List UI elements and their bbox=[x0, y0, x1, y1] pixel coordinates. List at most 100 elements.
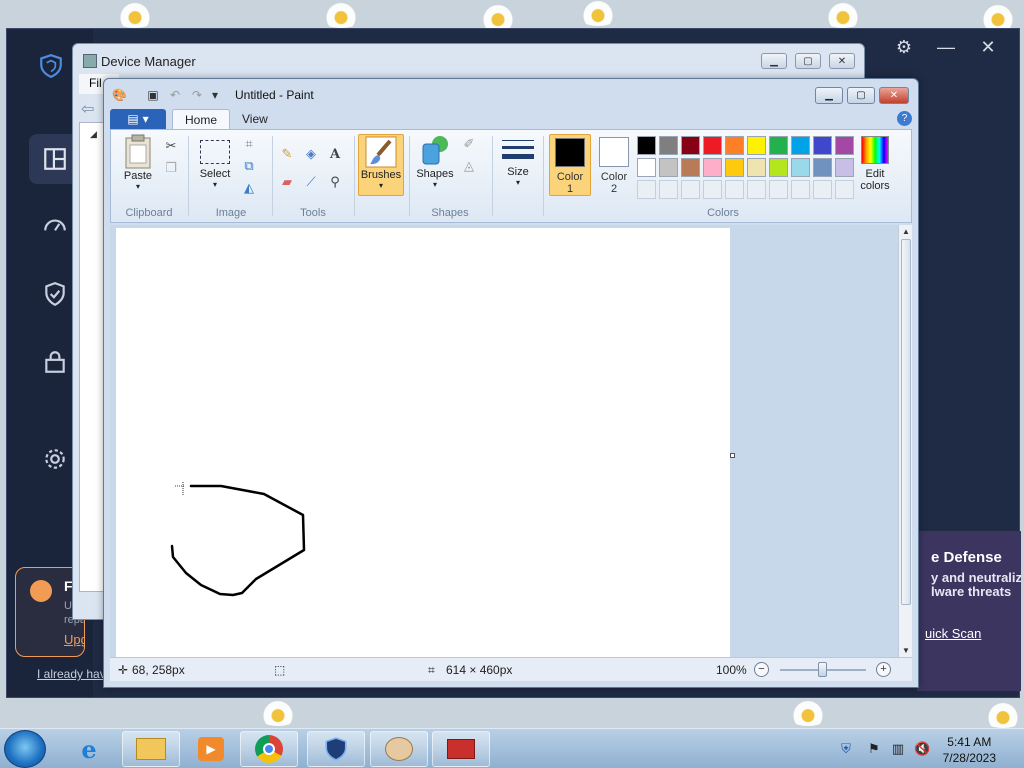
media-player-icon[interactable]: ▶ bbox=[182, 731, 240, 767]
save-icon[interactable]: ▣ bbox=[146, 88, 160, 102]
tab-home[interactable]: Home bbox=[172, 109, 231, 129]
pencil-icon[interactable]: ✎ bbox=[277, 144, 297, 164]
dm-maximize-button[interactable]: ▢ bbox=[795, 53, 821, 69]
custom-color-slot[interactable] bbox=[835, 180, 854, 199]
custom-color-slot[interactable] bbox=[769, 180, 788, 199]
palette-swatch[interactable] bbox=[681, 158, 700, 177]
cursor-position-icon: ✛ bbox=[118, 663, 129, 677]
paint-maximize-button[interactable]: ▢ bbox=[847, 87, 875, 104]
resize-icon[interactable]: ⧉ bbox=[239, 156, 259, 176]
palette-swatch[interactable] bbox=[747, 158, 766, 177]
fill-bucket-icon[interactable]: ◈ bbox=[301, 144, 321, 164]
color2-button[interactable]: Color 2 bbox=[593, 134, 635, 196]
custom-color-slot[interactable] bbox=[637, 180, 656, 199]
scroll-up-icon[interactable]: ▲ bbox=[902, 227, 910, 236]
palette-swatch[interactable] bbox=[637, 136, 656, 155]
custom-color-slot[interactable] bbox=[725, 180, 744, 199]
palette-swatch[interactable] bbox=[813, 136, 832, 155]
custom-color-slot[interactable] bbox=[747, 180, 766, 199]
color1-button[interactable]: Color 1 bbox=[549, 134, 591, 196]
security-tray-icon[interactable]: ⛨ bbox=[838, 741, 854, 757]
palette-swatch[interactable] bbox=[725, 158, 744, 177]
palette-swatch[interactable] bbox=[725, 136, 744, 155]
palette-swatch[interactable] bbox=[681, 136, 700, 155]
dm-minimize-button[interactable]: ▁ bbox=[761, 53, 787, 69]
crop-icon[interactable]: ⌗ bbox=[239, 134, 259, 154]
toolbox-taskbar-icon[interactable] bbox=[432, 731, 490, 767]
network-icon[interactable]: ▥ bbox=[890, 741, 906, 757]
paint-minimize-button[interactable]: ▁ bbox=[815, 87, 843, 104]
customize-quick-access-icon[interactable]: ▾ bbox=[208, 88, 222, 102]
text-tool-icon[interactable]: A bbox=[325, 144, 345, 164]
flag-icon[interactable]: ⚑ bbox=[866, 741, 882, 757]
brushes-button[interactable]: Brushes ▾ bbox=[358, 134, 404, 196]
palette-swatch[interactable] bbox=[769, 136, 788, 155]
minimize-button[interactable]: — bbox=[935, 37, 957, 58]
palette-swatch[interactable] bbox=[835, 158, 854, 177]
internet-explorer-icon[interactable]: e bbox=[60, 731, 118, 767]
palette-swatch[interactable] bbox=[835, 136, 854, 155]
already-have-link[interactable]: I already hav bbox=[37, 667, 106, 681]
undo-icon[interactable]: ↶ bbox=[168, 88, 182, 102]
file-explorer-icon[interactable] bbox=[122, 731, 180, 767]
quick-scan-link[interactable]: uick Scan bbox=[925, 626, 981, 641]
start-button[interactable] bbox=[4, 730, 46, 768]
tab-view[interactable]: View bbox=[230, 109, 280, 129]
palette-swatch[interactable] bbox=[747, 136, 766, 155]
volume-muted-icon[interactable]: 🔇 bbox=[914, 741, 930, 757]
custom-color-slot[interactable] bbox=[791, 180, 810, 199]
zoom-out-button[interactable]: − bbox=[754, 662, 769, 677]
help-icon[interactable]: ? bbox=[897, 111, 912, 126]
cut-icon[interactable]: ✂ bbox=[161, 136, 181, 156]
palette-swatch[interactable] bbox=[659, 136, 678, 155]
security-app-taskbar-icon[interactable] bbox=[307, 731, 365, 767]
custom-color-slot[interactable] bbox=[813, 180, 832, 199]
custom-color-slot[interactable] bbox=[703, 180, 722, 199]
copy-icon[interactable]: ❐ bbox=[161, 158, 181, 178]
shapes-button[interactable]: Shapes ▾ bbox=[415, 134, 455, 189]
dm-close-button[interactable]: ✕ bbox=[829, 53, 855, 69]
rotate-icon[interactable]: ◭ bbox=[239, 178, 259, 198]
vertical-scrollbar[interactable]: ▲ ▼ bbox=[898, 225, 912, 657]
redo-icon[interactable]: ↷ bbox=[190, 88, 204, 102]
chevron-down-icon: ▾ bbox=[135, 182, 140, 191]
palette-swatch[interactable] bbox=[791, 136, 810, 155]
upgrade-link[interactable]: Upgrad bbox=[64, 632, 84, 647]
scroll-down-icon[interactable]: ▼ bbox=[902, 646, 910, 655]
drawing-canvas[interactable] bbox=[116, 228, 730, 657]
paste-button[interactable]: Paste ▾ bbox=[119, 134, 157, 191]
palette-swatch[interactable] bbox=[813, 158, 832, 177]
palette-swatch[interactable] bbox=[791, 158, 810, 177]
palette-swatch[interactable] bbox=[703, 158, 722, 177]
palette-swatch[interactable] bbox=[703, 136, 722, 155]
edit-colors-button[interactable]: Edit colors bbox=[855, 134, 895, 192]
outline-icon[interactable]: ✐ bbox=[459, 134, 479, 154]
paint-taskbar-icon[interactable] bbox=[370, 731, 428, 767]
system-clock[interactable]: 5:41 AM 7/28/2023 bbox=[943, 734, 996, 766]
fill-icon[interactable]: ◬ bbox=[459, 156, 479, 176]
magnifier-icon[interactable]: ⚲ bbox=[325, 172, 345, 192]
canvas-resize-handle[interactable] bbox=[730, 453, 735, 458]
custom-color-slot[interactable] bbox=[659, 180, 678, 199]
zoom-slider-thumb[interactable] bbox=[818, 662, 827, 677]
paint-window: 🎨 ▣ ↶ ↷ ▾ Untitled - Paint ▁ ▢ ✕ ▤ ▾ Home… bbox=[103, 78, 919, 688]
close-button[interactable]: ✕ bbox=[977, 37, 999, 58]
eraser-icon[interactable]: ▰ bbox=[277, 172, 297, 192]
file-menu-button[interactable]: ▤ ▾ bbox=[110, 109, 166, 129]
paint-close-button[interactable]: ✕ bbox=[879, 87, 909, 104]
palette-swatch[interactable] bbox=[637, 158, 656, 177]
chrome-icon[interactable] bbox=[240, 731, 298, 767]
tree-expand-icon[interactable]: ◢ bbox=[90, 129, 97, 140]
size-button[interactable]: Size ▾ bbox=[499, 134, 537, 187]
palette-swatch[interactable] bbox=[659, 158, 678, 177]
gear-icon[interactable]: ⚙ bbox=[893, 37, 915, 58]
back-arrow-icon[interactable]: ⇦ bbox=[81, 99, 94, 119]
zoom-in-button[interactable]: + bbox=[876, 662, 891, 677]
palette-swatch[interactable] bbox=[769, 158, 788, 177]
wallpaper-flower bbox=[255, 700, 301, 726]
custom-color-slot[interactable] bbox=[681, 180, 700, 199]
scrollbar-thumb[interactable] bbox=[901, 239, 911, 605]
color-picker-icon[interactable]: ⟋ bbox=[301, 172, 321, 192]
select-button[interactable]: Select ▾ bbox=[195, 134, 235, 189]
cursor-position: 68, 258px bbox=[132, 663, 185, 677]
